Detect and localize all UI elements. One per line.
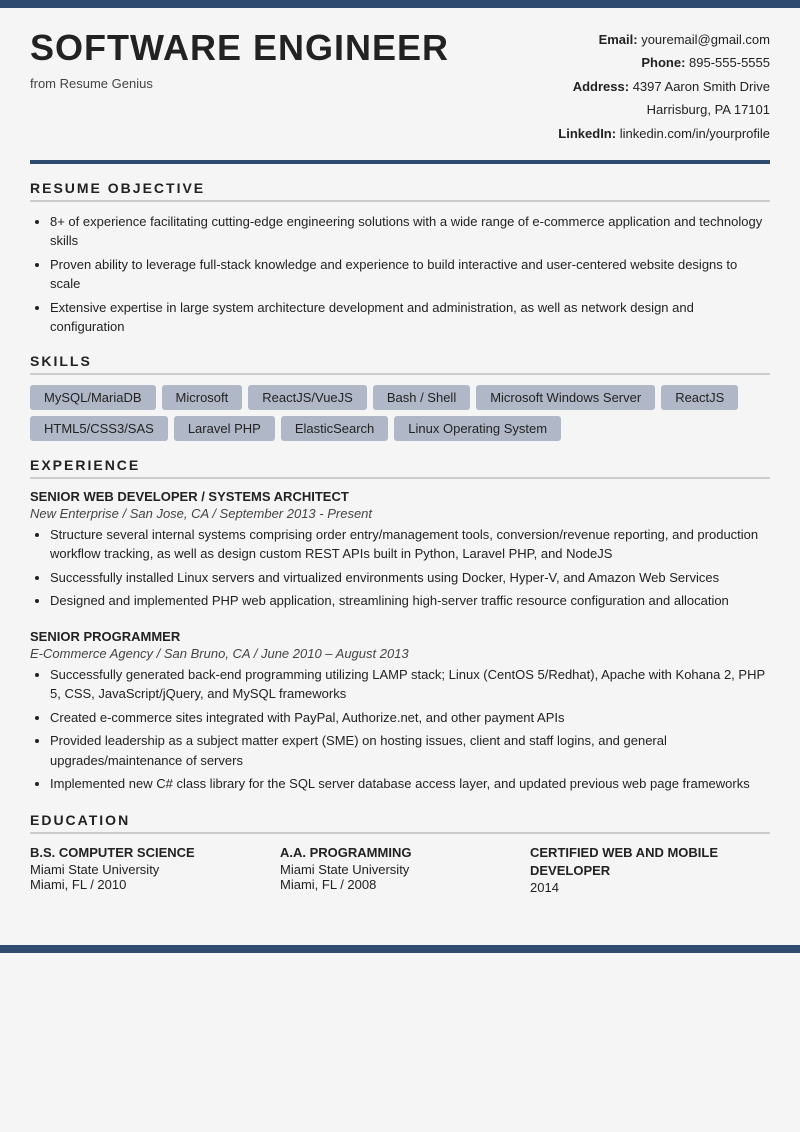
experience-title: EXPERIENCE <box>30 457 770 479</box>
linkedin-label: LinkedIn: <box>558 126 616 141</box>
edu-degree-2: A.A. PROGRAMMING <box>280 844 520 862</box>
list-item: Successfully generated back-end programm… <box>50 665 770 704</box>
resume-page: SOFTWARE ENGINEER from Resume Genius Ema… <box>0 0 800 1132</box>
job-entry-1: SENIOR WEB DEVELOPER / SYSTEMS ARCHITECT… <box>30 489 770 611</box>
skill-badge: ElasticSearch <box>281 416 388 441</box>
list-item: Implemented new C# class library for the… <box>50 774 770 794</box>
header-divider <box>30 160 770 164</box>
experience-section: EXPERIENCE SENIOR WEB DEVELOPER / SYSTEM… <box>30 457 770 794</box>
skill-badge: ReactJS <box>661 385 738 410</box>
edu-degree-1: B.S. COMPUTER SCIENCE <box>30 844 270 862</box>
top-bar <box>0 0 800 8</box>
skill-badge: Bash / Shell <box>373 385 470 410</box>
edu-degree-3: CERTIFIED WEB AND MOBILE DEVELOPER <box>530 844 770 880</box>
list-item: Created e-commerce sites integrated with… <box>50 708 770 728</box>
resume-title: SOFTWARE ENGINEER <box>30 28 449 68</box>
edu-detail-2: Miami, FL / 2008 <box>280 877 520 892</box>
skills-title: SKILLS <box>30 353 770 375</box>
job-bullets-2: Successfully generated back-end programm… <box>30 665 770 794</box>
email-line: Email: youremail@gmail.com <box>510 28 770 51</box>
education-grid: B.S. COMPUTER SCIENCE Miami State Univer… <box>30 844 770 895</box>
skills-section: SKILLS MySQL/MariaDB Microsoft ReactJS/V… <box>30 353 770 441</box>
email-label: Email: <box>599 32 638 47</box>
job-title-1: SENIOR WEB DEVELOPER / SYSTEMS ARCHITECT <box>30 489 770 504</box>
education-title: EDUCATION <box>30 812 770 834</box>
address-value: 4397 Aaron Smith Drive Harrisburg, PA 17… <box>633 79 770 117</box>
header-contact: Email: youremail@gmail.com Phone: 895-55… <box>510 28 770 145</box>
address-line: Address: 4397 Aaron Smith Drive Harrisbu… <box>510 75 770 122</box>
phone-line: Phone: 895-555-5555 <box>510 51 770 74</box>
list-item: Structure several internal systems compr… <box>50 525 770 564</box>
edu-entry-3: CERTIFIED WEB AND MOBILE DEVELOPER 2014 <box>530 844 770 895</box>
address-label: Address: <box>573 79 629 94</box>
edu-school-2: Miami State University <box>280 862 520 877</box>
skill-badge: Laravel PHP <box>174 416 275 441</box>
list-item: Extensive expertise in large system arch… <box>50 298 770 337</box>
skill-badge: Microsoft Windows Server <box>476 385 655 410</box>
job-entry-2: SENIOR PROGRAMMER E-Commerce Agency / Sa… <box>30 629 770 794</box>
education-section: EDUCATION B.S. COMPUTER SCIENCE Miami St… <box>30 812 770 895</box>
list-item: Successfully installed Linux servers and… <box>50 568 770 588</box>
resume-subtitle: from Resume Genius <box>30 76 449 91</box>
list-item: 8+ of experience facilitating cutting-ed… <box>50 212 770 251</box>
objective-title: RESUME OBJECTIVE <box>30 180 770 202</box>
skill-badge: Linux Operating System <box>394 416 561 441</box>
edu-entry-1: B.S. COMPUTER SCIENCE Miami State Univer… <box>30 844 270 895</box>
skill-badge: MySQL/MariaDB <box>30 385 156 410</box>
bottom-bar <box>0 945 800 953</box>
list-item: Designed and implemented PHP web applica… <box>50 591 770 611</box>
edu-school-1: Miami State University <box>30 862 270 877</box>
edu-entry-2: A.A. PROGRAMMING Miami State University … <box>280 844 520 895</box>
edu-detail-3: 2014 <box>530 880 770 895</box>
objective-bullets: 8+ of experience facilitating cutting-ed… <box>30 212 770 337</box>
phone-value: 895-555-5555 <box>689 55 770 70</box>
objective-section: RESUME OBJECTIVE 8+ of experience facili… <box>30 180 770 337</box>
phone-label: Phone: <box>641 55 685 70</box>
skill-badge: Microsoft <box>162 385 243 410</box>
linkedin-value: linkedin.com/in/yourprofile <box>620 126 770 141</box>
job-bullets-1: Structure several internal systems compr… <box>30 525 770 611</box>
header-left: SOFTWARE ENGINEER from Resume Genius <box>30 28 449 91</box>
main-content: RESUME OBJECTIVE 8+ of experience facili… <box>0 180 800 925</box>
skill-badge: HTML5/CSS3/SAS <box>30 416 168 441</box>
linkedin-line: LinkedIn: linkedin.com/in/yourprofile <box>510 122 770 145</box>
job-subtitle-2: E-Commerce Agency / San Bruno, CA / June… <box>30 646 770 661</box>
list-item: Proven ability to leverage full-stack kn… <box>50 255 770 294</box>
list-item: Provided leadership as a subject matter … <box>50 731 770 770</box>
skill-badge: ReactJS/VueJS <box>248 385 367 410</box>
skills-container: MySQL/MariaDB Microsoft ReactJS/VueJS Ba… <box>30 385 770 441</box>
edu-detail-1: Miami, FL / 2010 <box>30 877 270 892</box>
email-value: youremail@gmail.com <box>641 32 770 47</box>
job-subtitle-1: New Enterprise / San Jose, CA / Septembe… <box>30 506 770 521</box>
job-title-2: SENIOR PROGRAMMER <box>30 629 770 644</box>
header: SOFTWARE ENGINEER from Resume Genius Ema… <box>0 8 800 160</box>
